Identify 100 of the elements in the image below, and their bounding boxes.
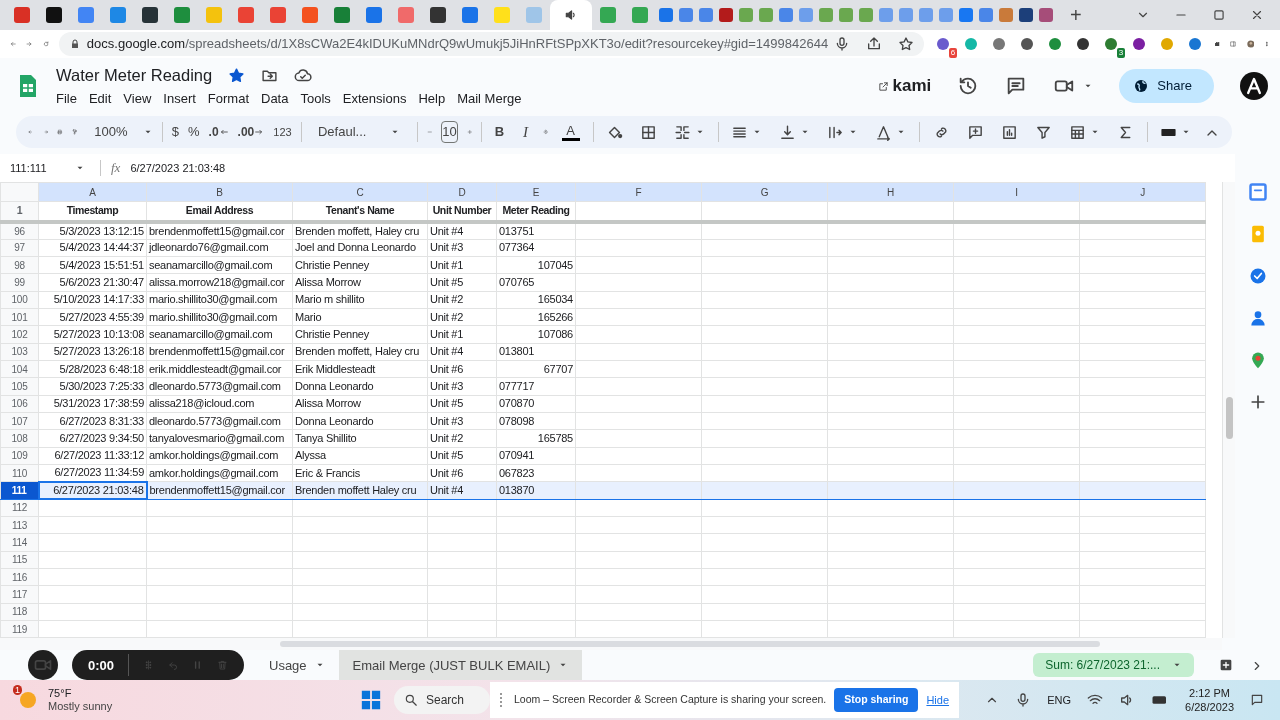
kami-link[interactable]: kami <box>892 73 932 99</box>
name-box[interactable]: 111:111 <box>10 159 47 177</box>
new-tab-button[interactable]: + <box>1056 0 1096 30</box>
number-format-button[interactable]: 123 <box>273 123 292 141</box>
star-icon[interactable] <box>898 36 915 52</box>
table-row[interactable]: 107 6/27/2023 8:31:33 dleonardo.5773@gmail.com Donna Leonardo Unit #3 078098 <box>0 412 1206 430</box>
menu-item[interactable]: Data <box>255 88 295 109</box>
table-row[interactable]: 108 6/27/2023 9:34:50 tanyalovesmario@gmail.com Tanya Shillito Unit #2 165785 <box>0 429 1206 448</box>
column-header[interactable]: F <box>575 182 702 202</box>
bold-button[interactable]: B <box>490 122 509 142</box>
table-row[interactable]: 102 5/27/2023 10:13:08 seanamarcillo@gmail.com Christie Penney Unit #1 107086 <box>0 325 1206 344</box>
formula-field[interactable]: 6/27/2023 21:03:48 <box>130 159 226 177</box>
menu-item[interactable]: Help <box>412 88 452 109</box>
maximize-icon[interactable] <box>1212 8 1226 22</box>
table-row[interactable]: 101 5/27/2023 4:55:39 mario.shillito30@gmail.com Mario Unit #2 165266 <box>0 308 1206 326</box>
share-button[interactable]: Share <box>1119 69 1214 103</box>
sheet-tab[interactable]: Usage <box>255 650 339 681</box>
column-header[interactable]: B <box>146 182 293 202</box>
camera-button[interactable] <box>28 650 58 681</box>
site-icon <box>525 7 542 23</box>
table-cell: 5/27/2023 4:55:39 <box>38 308 147 326</box>
column-header[interactable]: G <box>701 182 828 202</box>
font-size-field[interactable]: 10 <box>441 121 458 143</box>
browser-tab[interactable] <box>550 0 592 30</box>
increase-decimal-button[interactable]: .00 <box>237 123 255 141</box>
filter-views-icon[interactable] <box>1068 123 1086 141</box>
column-header[interactable]: J <box>1079 182 1206 202</box>
menu-item[interactable]: Format <box>201 88 255 109</box>
site-icon <box>429 7 446 23</box>
site-icon <box>978 8 993 22</box>
table-row[interactable]: 105 5/30/2023 7:25:33 dleonardo.5773@gmail.com Donna Leonardo Unit #3 077717 <box>0 377 1206 396</box>
notification-icon[interactable] <box>1250 693 1264 707</box>
menu-item[interactable]: Insert <box>157 88 202 109</box>
table-row[interactable]: 100 5/10/2023 14:17:33 mario.shillito30@gmail.com Mario m shillito Unit #2 165034 <box>0 291 1206 309</box>
table-cell: Mario <box>292 308 428 326</box>
menu-item[interactable]: View <box>117 88 158 109</box>
menu-item[interactable]: Tools <box>294 88 337 109</box>
clock-date[interactable]: 6/28/2023 <box>1185 700 1234 714</box>
table-row[interactable]: 104 5/28/2023 6:48:18 erik.middlesteadt@gmail.cor Erik Middlesteadt Unit #6 67707 <box>0 360 1206 378</box>
arrow-left-icon[interactable] <box>218 127 229 137</box>
column-header[interactable]: C <box>292 182 428 202</box>
table-row[interactable]: 96 5/3/2023 13:12:15 brendenmoffett15@gmail.cor Brenden moffett, Haley cru Unit #4 013751 <box>0 221 1206 239</box>
borders-icon[interactable] <box>639 123 657 141</box>
zoom-select[interactable]: 100% <box>94 122 128 142</box>
percent-button[interactable]: % <box>188 122 200 142</box>
address-field[interactable]: docs.google.com/spreadsheets/d/1X8sCWa2E4kIDUKuMNdrQ9wUmukj5JiHnRFtSPpXKT3o/edit?resourcekey#gid=1499842644 <box>58 32 925 56</box>
close-icon[interactable] <box>1250 8 1264 22</box>
external-link-icon[interactable] <box>877 80 889 92</box>
column-header[interactable]: I <box>953 182 1080 202</box>
merge-cells-icon[interactable] <box>673 123 691 141</box>
table-row[interactable]: 103 5/27/2023 13:26:18 brendenmoffett15@gmail.cor Brenden moffett, Haley cru Unit #4 013801 <box>0 343 1206 361</box>
calendar-icon[interactable] <box>1247 182 1268 202</box>
arrow-right-icon[interactable] <box>254 127 265 137</box>
font-select[interactable]: Defaul... <box>318 122 367 142</box>
chart-icon[interactable] <box>1000 123 1018 141</box>
column-header[interactable]: E <box>496 182 576 202</box>
table-row[interactable]: 97 5/4/2023 14:44:37 jdleonardo76@gmail.com Joel and Donna Leonardo Unit #3 077364 <box>0 239 1206 257</box>
language-indicator[interactable]: ENG <box>1047 691 1072 709</box>
currency-button[interactable]: $ <box>171 122 179 142</box>
document-title[interactable]: Water Meter Reading <box>56 63 213 89</box>
menu-item[interactable]: File <box>50 88 83 109</box>
windows-start-icon[interactable] <box>360 689 382 711</box>
share-icon[interactable] <box>866 36 883 52</box>
stop-sharing-button[interactable]: Stop sharing <box>834 688 919 712</box>
fx-label: fx <box>111 159 121 178</box>
row-number[interactable]: 1 <box>0 201 39 222</box>
table-cell: 067823 <box>496 464 576 482</box>
header-cell: Email Address <box>146 201 293 222</box>
menu-item[interactable]: Edit <box>82 88 118 109</box>
sheet-tab[interactable]: Email Merge (JUST BULK EMAIL) <box>338 650 583 681</box>
table-row[interactable]: 110 6/27/2023 11:34:59 amkor.holdings@gmail.com Eric & Francis Unit #6 067823 <box>0 464 1206 482</box>
italic-button[interactable]: I <box>517 120 535 144</box>
table-cell: Brenden moffett, Haley cru <box>292 221 428 239</box>
table-cell: Donna Leonardo <box>292 377 428 396</box>
vertical-align-icon[interactable] <box>779 123 797 141</box>
text-color-button[interactable]: A <box>557 123 584 141</box>
table-row[interactable]: 98 5/4/2023 15:51:51 seanamarcillo@gmail.com Christie Penney Unit #1 107045 <box>0 256 1206 274</box>
table-row[interactable]: 99 5/6/2023 21:30:47 alissa.morrow218@gmail.cor Alissa Morrow Unit #5 070765 <box>0 273 1206 292</box>
hide-link[interactable]: Hide <box>926 691 950 709</box>
menu-item[interactable]: Extensions <box>336 88 413 109</box>
clock-time[interactable]: 2:12 PM <box>1185 686 1234 700</box>
table-row[interactable]: 106 5/31/2023 17:38:59 alissa218@icloud.com Alissa Morrow Unit #5 070870 <box>0 395 1206 413</box>
star-icon[interactable] <box>228 67 246 85</box>
table-row[interactable]: 111 6/27/2023 21:03:48 brendenmoffett15@gmail.cor Brenden moffett Haley cru Unit #4 013870 <box>0 481 1206 500</box>
table-row[interactable]: 109 6/27/2023 11:33:12 amkor.holdings@gmail.com Alyssa Unit #5 070941 <box>0 447 1206 465</box>
menu-item[interactable]: Mail Merge <box>451 88 528 109</box>
header-cell: Tenant's Name <box>292 201 428 222</box>
site-icon <box>818 8 833 22</box>
text-rotation-icon[interactable] <box>875 123 893 141</box>
table-cell: 070941 <box>496 447 576 465</box>
account-avatar-icon[interactable] <box>1240 72 1268 100</box>
decrease-decimal-button[interactable]: .0 <box>208 123 219 141</box>
search-field[interactable]: Search <box>394 686 490 714</box>
sum-button[interactable]: Sum: 6/27/2023 21:... <box>1033 653 1194 678</box>
column-header[interactable]: D <box>427 182 497 202</box>
column-header[interactable]: A <box>38 182 147 202</box>
column-header[interactable]: H <box>827 182 954 202</box>
table-cell: 5/6/2023 21:30:47 <box>38 273 147 292</box>
add-comment-icon[interactable] <box>966 123 984 141</box>
table-cell: 070765 <box>496 273 576 292</box>
